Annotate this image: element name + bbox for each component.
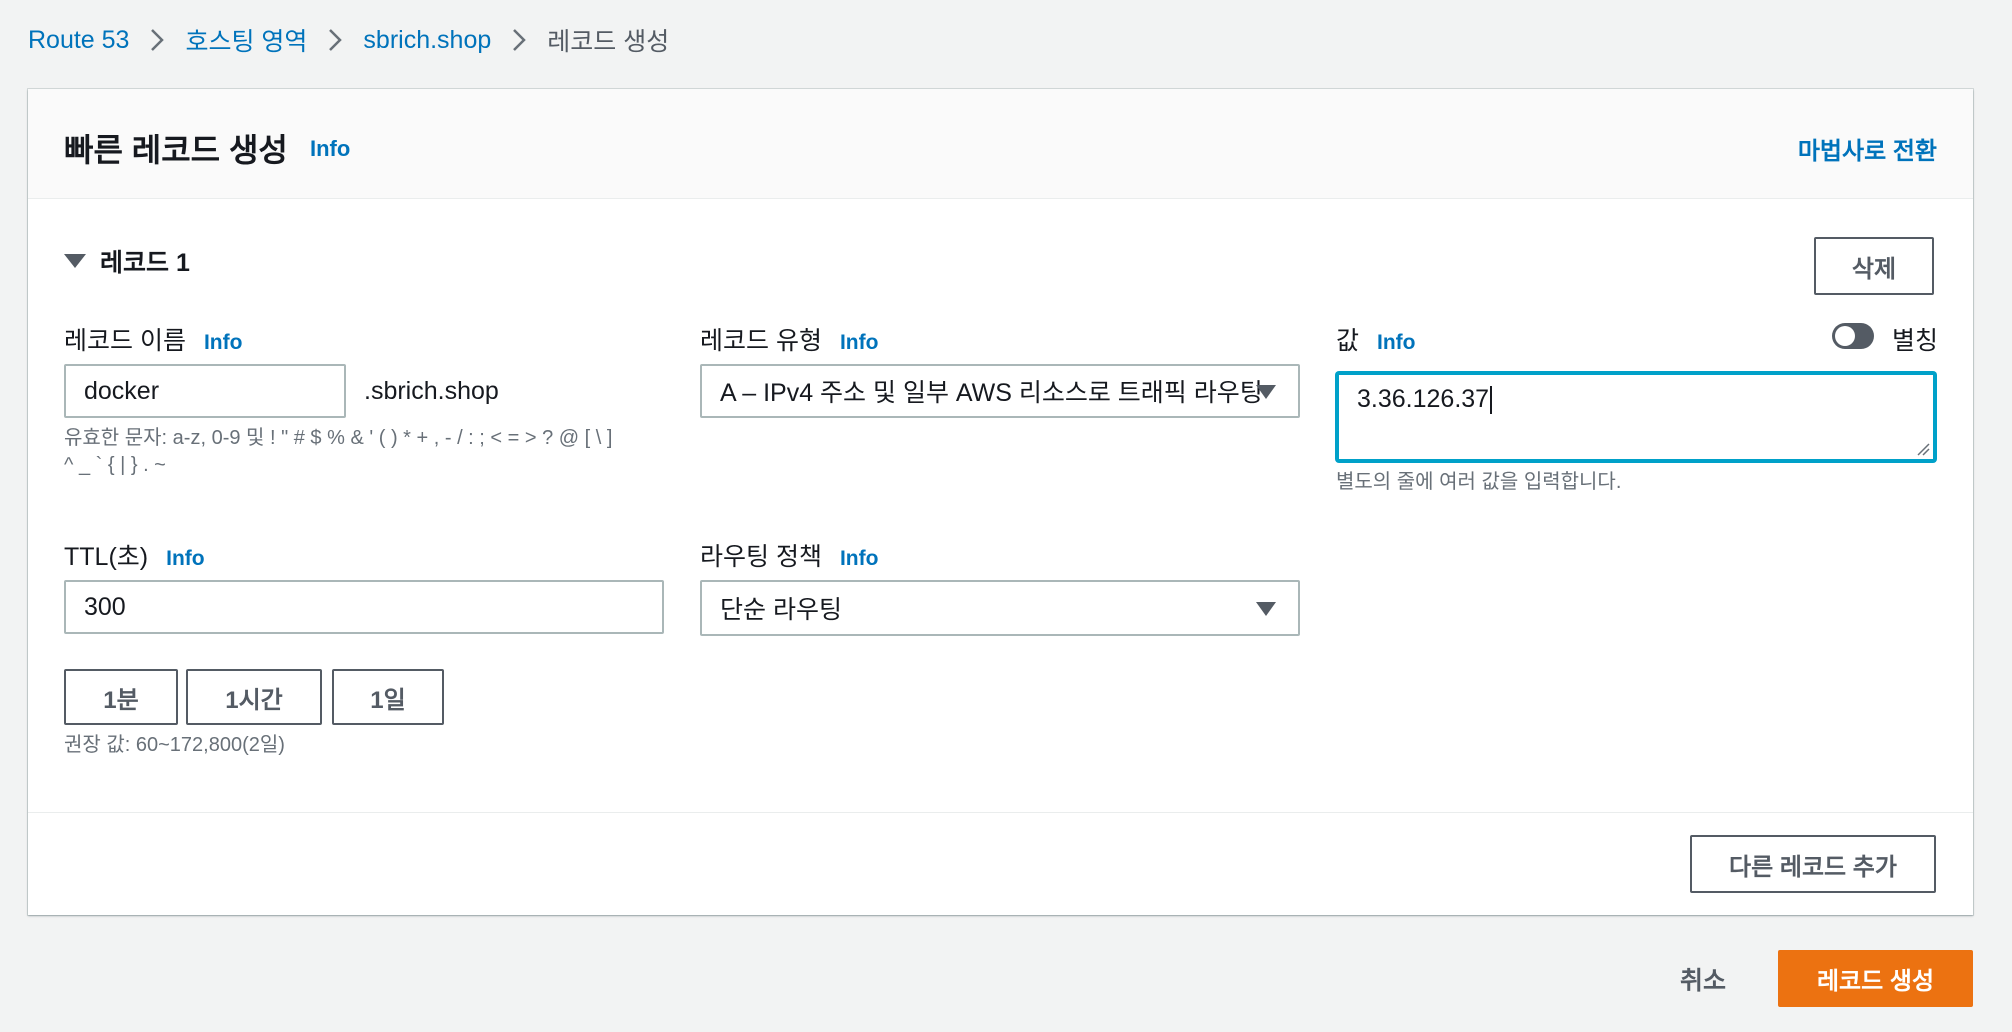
- alias-toggle[interactable]: [1832, 323, 1874, 349]
- breadcrumb-current: 레코드 생성: [547, 28, 670, 56]
- routing-policy-label: 라우팅 정책 Info: [700, 537, 878, 573]
- record-name-hint-line2: ^ _ ` { | } . ~: [64, 454, 166, 476]
- add-another-record-button[interactable]: 다른 레코드 추가: [1690, 835, 1936, 893]
- panel-info-link[interactable]: Info: [310, 136, 350, 162]
- value-info-link[interactable]: Info: [1377, 331, 1415, 355]
- record-type-info-link[interactable]: Info: [840, 331, 878, 355]
- ttl-hint: 권장 값: 60~172,800(2일): [64, 734, 285, 756]
- dropdown-arrow-icon: [1256, 602, 1276, 616]
- chevron-right-icon: [511, 27, 527, 53]
- ttl-preset-1hour-button[interactable]: 1시간: [186, 669, 322, 725]
- caret-down-icon: [64, 254, 86, 268]
- create-records-button[interactable]: 레코드 생성: [1778, 950, 1973, 1007]
- value-hint: 별도의 줄에 여러 값을 입력합니다.: [1336, 471, 1622, 493]
- breadcrumb: Route 53 호스팅 영역 sbrich.shop 레코드 생성: [28, 20, 669, 60]
- routing-policy-info-link[interactable]: Info: [840, 547, 878, 571]
- record-name-label: 레코드 이름 Info: [64, 321, 242, 357]
- record-name-hint-line1: 유효한 문자: a-z, 0-9 및 ! " # $ % & ' ( ) * +…: [64, 427, 613, 449]
- value-textarea[interactable]: 3.36.126.37: [1336, 372, 1936, 462]
- record-name-label-text: 레코드 이름: [64, 327, 186, 355]
- dropdown-arrow-icon: [1256, 385, 1276, 399]
- record-type-selected: A – IPv4 주소 및 일부 AWS 리소스로 트래픽 라우팅: [720, 379, 1263, 407]
- record-expander[interactable]: 레코드 1: [64, 243, 190, 279]
- ttl-input[interactable]: 300: [64, 580, 664, 634]
- record-title: 레코드 1: [100, 249, 190, 277]
- quick-create-panel: 빠른 레코드 생성 Info 마법사로 전환 레코드 1 삭제 레코드 이름 I…: [28, 89, 1973, 915]
- toggle-knob: [1835, 326, 1855, 346]
- resize-handle-icon[interactable]: [1914, 440, 1930, 456]
- value-label: 값 Info: [1336, 321, 1416, 357]
- breadcrumb-zone[interactable]: sbrich.shop: [363, 26, 491, 55]
- divider: [28, 812, 1973, 813]
- chevron-right-icon: [149, 27, 165, 53]
- chevron-right-icon: [327, 27, 343, 53]
- routing-policy-selected: 단순 라우팅: [720, 596, 842, 624]
- page-title: 빠른 레코드 생성: [64, 132, 288, 168]
- record-type-label: 레코드 유형 Info: [700, 321, 878, 357]
- routing-policy-label-text: 라우팅 정책: [700, 543, 822, 571]
- cancel-button[interactable]: 취소: [1680, 961, 1726, 997]
- ttl-preset-1min-button[interactable]: 1분: [64, 669, 178, 725]
- ttl-preset-1day-button[interactable]: 1일: [332, 669, 444, 725]
- delete-button[interactable]: 삭제: [1814, 237, 1934, 295]
- routing-policy-select[interactable]: 단순 라우팅: [700, 580, 1300, 636]
- switch-to-wizard-link[interactable]: 마법사로 전환: [1798, 131, 1937, 166]
- breadcrumb-hosted-zones[interactable]: 호스팅 영역: [185, 22, 307, 58]
- record-type-select[interactable]: A – IPv4 주소 및 일부 AWS 리소스로 트래픽 라우팅: [700, 364, 1300, 418]
- ttl-label: TTL(초) Info: [64, 537, 205, 573]
- panel-header: 빠른 레코드 생성 Info 마법사로 전환: [28, 89, 1973, 199]
- value-label-text: 값: [1336, 327, 1360, 355]
- ttl-info-link[interactable]: Info: [166, 547, 204, 571]
- record-name-input[interactable]: docker: [64, 364, 346, 418]
- domain-suffix: .sbrich.shop: [364, 377, 499, 405]
- value-text: 3.36.126.37: [1357, 385, 1490, 413]
- ttl-label-text: TTL(초): [64, 543, 149, 571]
- breadcrumb-route53[interactable]: Route 53: [28, 26, 129, 55]
- record-type-label-text: 레코드 유형: [700, 327, 822, 355]
- text-cursor: [1490, 386, 1493, 415]
- alias-label: 별칭: [1892, 327, 1939, 355]
- record-name-info-link[interactable]: Info: [204, 331, 242, 355]
